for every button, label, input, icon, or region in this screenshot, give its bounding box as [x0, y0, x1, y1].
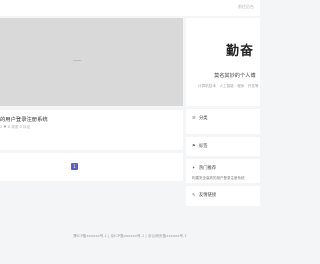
banner-image[interactable]	[0, 18, 183, 106]
top-navbar: 前往后台	[0, 0, 260, 16]
fire-icon: ✦	[192, 165, 196, 170]
categories-widget: ☰ 分类	[186, 109, 260, 134]
pagination: 1	[0, 153, 183, 181]
profile-name: 莫名其妙的个人博	[214, 73, 256, 79]
links-header[interactable]: ✎ 友情链接	[192, 192, 216, 198]
categories-title: 分类	[199, 116, 208, 121]
profile-tags: 计算机技术 · 人工智能 · 程序 · 开发等	[198, 84, 259, 88]
categories-header[interactable]: ☰ 分类	[192, 115, 208, 121]
brand-logo: 勤奋	[226, 44, 255, 59]
list-icon: ☰	[192, 115, 196, 120]
tags-widget: ⚑ 标签	[186, 137, 260, 156]
links-widget: ✎ 友情链接	[186, 186, 260, 206]
post-meta: 2 ♥ 0 浏览 0 评论	[0, 125, 31, 129]
tags-header[interactable]: ⚑ 标签	[192, 143, 208, 149]
sidebar: 勤奋 莫名其妙的个人博 计算机技术 · 人工智能 · 程序 · 开发等 ☰ 分类 …	[186, 18, 260, 206]
page-1-button[interactable]: 1	[71, 163, 78, 170]
hot-title: 热门推荐	[199, 166, 217, 171]
hot-item[interactable]: 构建安全高效的用户登录注册系统	[192, 176, 245, 181]
tag-icon: ⚑	[192, 143, 196, 148]
tags-title: 标签	[199, 144, 208, 149]
post-title[interactable]: 的用户登录注册系统	[0, 115, 48, 123]
links-title: 友情链接	[199, 193, 217, 198]
footer-text: 豫ICP备xxxxxx号-1 | 京ICP备xxxxxx号-1 | 京公网安备x…	[73, 234, 187, 238]
hot-widget: ✦ 热门推荐 构建安全高效的用户登录注册系统	[186, 159, 260, 183]
post-card[interactable]: 的用户登录注册系统 2 ♥ 0 浏览 0 评论	[0, 110, 183, 150]
image-placeholder-icon	[73, 60, 81, 61]
admin-link[interactable]: 前往后台	[238, 4, 254, 10]
main-column: 的用户登录注册系统 2 ♥ 0 浏览 0 评论 1	[0, 18, 183, 181]
profile-card: 勤奋 莫名其妙的个人博 计算机技术 · 人工智能 · 程序 · 开发等	[186, 18, 260, 106]
link-icon: ✎	[192, 192, 196, 197]
hot-header: ✦ 热门推荐	[192, 165, 216, 171]
